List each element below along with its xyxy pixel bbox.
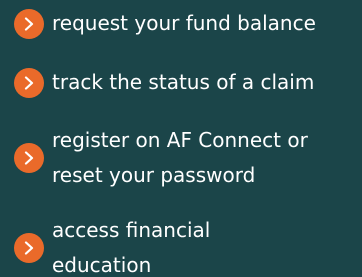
- link-label-line: education: [52, 253, 152, 277]
- link-label: register on AF Connect or reset your pas…: [52, 123, 308, 193]
- link-request-fund-balance[interactable]: request your fund balance: [14, 6, 362, 41]
- link-label: access financial education: [52, 213, 210, 277]
- link-label: track the status of a claim: [52, 70, 315, 94]
- link-register-af-connect[interactable]: register on AF Connect or reset your pas…: [14, 123, 362, 193]
- link-access-financial-education[interactable]: access financial education: [14, 213, 362, 277]
- chevron-right-icon: [14, 8, 44, 39]
- chevron-right-icon: [14, 233, 44, 263]
- link-label: request your fund balance: [52, 11, 316, 35]
- link-label-line: access financial: [52, 218, 211, 242]
- chevron-right-icon: [14, 143, 44, 173]
- link-label-line: reset your password: [52, 163, 256, 187]
- chevron-right-icon: [14, 67, 44, 98]
- link-track-claim-status[interactable]: track the status of a claim: [14, 65, 362, 100]
- link-label-line: register on AF Connect or: [52, 128, 308, 152]
